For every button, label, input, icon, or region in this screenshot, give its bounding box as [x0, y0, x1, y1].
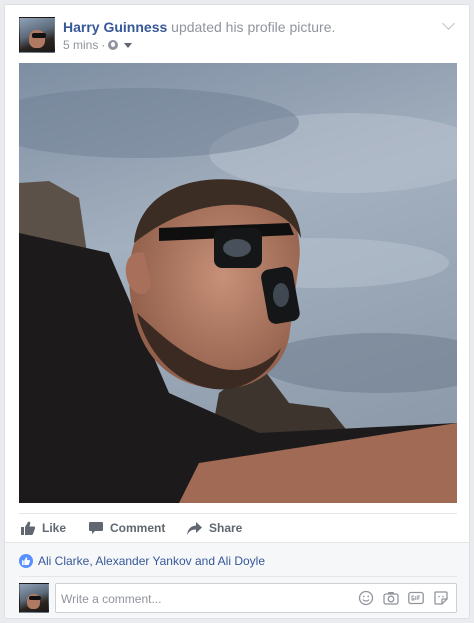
post-meta: 5 mins ·: [63, 38, 133, 52]
globe-icon[interactable]: [108, 40, 119, 50]
commenter-avatar[interactable]: [19, 583, 49, 613]
profile-picture-photo[interactable]: [19, 63, 457, 503]
author-avatar[interactable]: [19, 17, 55, 53]
reactions-names[interactable]: Ali Clarke, Alexander Yankov and Ali Doy…: [38, 554, 265, 568]
chevron-down-icon[interactable]: [442, 17, 455, 30]
speech-bubble-icon: [89, 521, 103, 534]
post-action-text: updated his profile picture.: [171, 19, 336, 35]
post-actions: Like Comment Share: [19, 513, 457, 541]
thumbs-up-icon: [21, 521, 35, 535]
meta-separator: ·: [101, 38, 106, 52]
comment-box: [55, 583, 457, 613]
comment-button[interactable]: Comment: [89, 521, 165, 535]
sticker-icon[interactable]: [433, 590, 449, 606]
share-label: Share: [209, 521, 243, 535]
footer-divider: [19, 576, 457, 577]
post-footer: Ali Clarke, Alexander Yankov and Ali Doy…: [5, 542, 469, 618]
comment-label: Comment: [110, 521, 166, 535]
privacy-caret-icon[interactable]: [124, 42, 133, 48]
comment-input[interactable]: [61, 590, 341, 607]
post-timestamp[interactable]: 5 mins: [63, 38, 98, 52]
share-button[interactable]: Share: [187, 521, 242, 535]
post-header: Harry Guinness updated his profile pictu…: [63, 19, 335, 35]
author-name[interactable]: Harry Guinness: [63, 19, 167, 35]
like-label: Like: [42, 521, 67, 535]
like-button[interactable]: Like: [21, 521, 66, 535]
thumbs-up-icon: [19, 554, 33, 568]
camera-icon[interactable]: [383, 590, 399, 606]
reactions-summary[interactable]: Ali Clarke, Alexander Yankov and Ali Doy…: [19, 554, 265, 568]
share-arrow-icon: [187, 521, 202, 535]
post-card: Harry Guinness updated his profile pictu…: [4, 4, 470, 619]
emoji-icon[interactable]: [358, 590, 374, 606]
gif-icon[interactable]: [408, 590, 424, 606]
